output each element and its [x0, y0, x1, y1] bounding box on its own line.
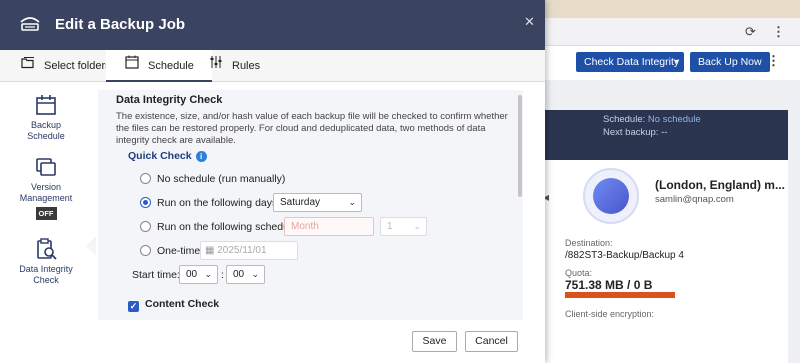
- encryption-label: Client-side encryption:: [565, 309, 655, 319]
- check-data-integrity-button[interactable]: Check Data Integrity ▾: [576, 52, 684, 72]
- refresh-icon[interactable]: ⟳: [745, 24, 756, 40]
- section-description: The existence, size, and/or hash value o…: [116, 111, 508, 146]
- section-title: Data Integrity Check: [116, 94, 223, 106]
- month-select-placeholder: Month: [291, 221, 319, 232]
- schedule-label: Schedule:: [603, 114, 646, 125]
- background-toolbar: Check Data Integrity ▾ Back Up Now ⋮: [545, 46, 800, 80]
- option-label: Run on the following schedule: [157, 221, 298, 233]
- radio-button[interactable]: [140, 245, 151, 256]
- option-label: No schedule (run manually): [157, 173, 286, 185]
- folders-icon: [20, 50, 36, 82]
- data-integrity-panel: Data Integrity Check The existence, size…: [98, 90, 523, 320]
- quick-check-heading: Quick Check i: [128, 150, 207, 162]
- minute-select[interactable]: 00 ⌄: [226, 265, 265, 284]
- chevron-down-icon: ⌄: [204, 269, 212, 279]
- calendar-icon: [124, 50, 140, 82]
- day-select-value: Saturday: [280, 197, 321, 208]
- start-time-label: Start time:: [132, 269, 180, 281]
- schedule-value: No schedule: [647, 114, 701, 125]
- quota-value: 751.38 MB / 0 B: [565, 278, 653, 292]
- settings-sidebar: Backup Schedule Version Management OFF D…: [0, 82, 96, 363]
- dropdown-caret-icon: ▾: [674, 57, 679, 66]
- check-data-integrity-label: Check Data Integrity: [584, 56, 680, 68]
- next-backup-value: --: [661, 127, 668, 138]
- more-vertical-icon[interactable]: ⋮: [772, 24, 785, 40]
- hour-value: 00: [186, 269, 198, 280]
- clipboard-search-icon: [37, 238, 57, 260]
- chevron-down-icon: ⌄: [251, 269, 259, 279]
- time-separator: :: [221, 269, 224, 281]
- radio-run-on-days[interactable]: Run on the following days: [140, 197, 277, 209]
- save-button[interactable]: Save: [412, 331, 457, 352]
- radio-no-schedule[interactable]: No schedule (run manually): [140, 173, 285, 185]
- calendar-icon: [36, 95, 56, 115]
- content-check-label: Content Check: [145, 298, 220, 310]
- sidebar-item-label: Backup Schedule: [27, 120, 65, 141]
- chevron-down-icon: ⌄: [348, 197, 356, 207]
- checkmark-icon[interactable]: ✓: [128, 301, 139, 312]
- tab-select-folders[interactable]: Select folders: [20, 50, 111, 82]
- backup-job-icon: [20, 17, 40, 31]
- sidebar-item-label: Data Integrity Check: [19, 264, 73, 285]
- sidebar-item-backup-schedule[interactable]: Backup Schedule: [0, 94, 92, 142]
- tab-label: Schedule: [148, 60, 194, 72]
- sliders-icon: [208, 50, 224, 82]
- day-select[interactable]: Saturday ⌄: [273, 193, 362, 212]
- sidebar-item-version-management[interactable]: Version Management OFF: [0, 156, 92, 220]
- quota-progress-fill: [565, 292, 675, 298]
- quota-label: Quota:: [565, 268, 593, 278]
- content-check-checkbox[interactable]: ✓ Content Check: [128, 298, 219, 312]
- cancel-button[interactable]: Cancel: [465, 331, 518, 352]
- status-badge: OFF: [35, 207, 57, 220]
- job-title: (London, England) m...: [655, 178, 785, 192]
- dialog-header: Edit a Backup Job ✕: [0, 0, 545, 50]
- versions-icon: [36, 158, 56, 176]
- destination-value: /882ST3-Backup/Backup 4: [565, 250, 684, 261]
- option-label: One-time: [157, 245, 201, 257]
- panel-scrollbar[interactable]: [518, 95, 522, 197]
- next-backup-label: Next backup:: [603, 127, 659, 138]
- background-topbar: ⟳ ⋮: [545, 18, 800, 46]
- radio-button[interactable]: [140, 173, 151, 184]
- job-detail-card: ◂ (London, England) m... samlin@qnap.com…: [543, 160, 788, 363]
- radio-run-on-schedule[interactable]: Run on the following schedule: [140, 221, 297, 233]
- option-label: Run on the following days: [157, 197, 278, 209]
- day-of-month-value: 1: [387, 221, 393, 232]
- destination-label: Destination:: [565, 238, 613, 248]
- date-picker[interactable]: ▦ 2025/11/01: [200, 241, 298, 260]
- radio-one-time[interactable]: One-time: [140, 245, 200, 257]
- dialog-tabs: Select folders Schedule Rules: [0, 50, 545, 82]
- calendar-small-icon: ▦: [205, 245, 215, 256]
- hour-select[interactable]: 00 ⌄: [179, 265, 218, 284]
- dialog-title: Edit a Backup Job: [55, 16, 186, 33]
- toolbar-more-icon[interactable]: ⋮: [767, 53, 780, 69]
- day-of-month-select[interactable]: 1 ⌄: [380, 217, 427, 236]
- sidebar-item-label: Version Management: [19, 182, 73, 203]
- info-icon[interactable]: i: [195, 151, 207, 162]
- cloud-provider-logo: [583, 168, 639, 224]
- radio-button[interactable]: [140, 221, 151, 232]
- tab-label: Rules: [232, 60, 261, 72]
- account-email: samlin@qnap.com: [655, 194, 734, 205]
- tab-label: Select folders: [44, 60, 111, 72]
- month-select[interactable]: Month: [284, 217, 374, 236]
- tab-schedule[interactable]: Schedule: [106, 50, 212, 82]
- chevron-down-icon: ⌄: [413, 221, 421, 231]
- active-pointer: [86, 236, 96, 256]
- radio-button[interactable]: [140, 197, 151, 208]
- close-icon[interactable]: ✕: [524, 14, 535, 30]
- back-up-now-button[interactable]: Back Up Now: [690, 52, 770, 72]
- minute-value: 00: [233, 269, 245, 280]
- job-summary-banner: Schedule: No schedule Next backup: --: [543, 110, 788, 160]
- edit-backup-job-dialog: Edit a Backup Job ✕ Select folders Sched…: [0, 0, 545, 363]
- tab-rules[interactable]: Rules: [208, 50, 260, 82]
- sidebar-item-data-integrity-check[interactable]: Data Integrity Check: [0, 238, 92, 286]
- date-value: 2025/11/01: [217, 245, 267, 256]
- quota-progress-bar: [565, 292, 675, 298]
- quick-check-label: Quick Check: [128, 150, 192, 162]
